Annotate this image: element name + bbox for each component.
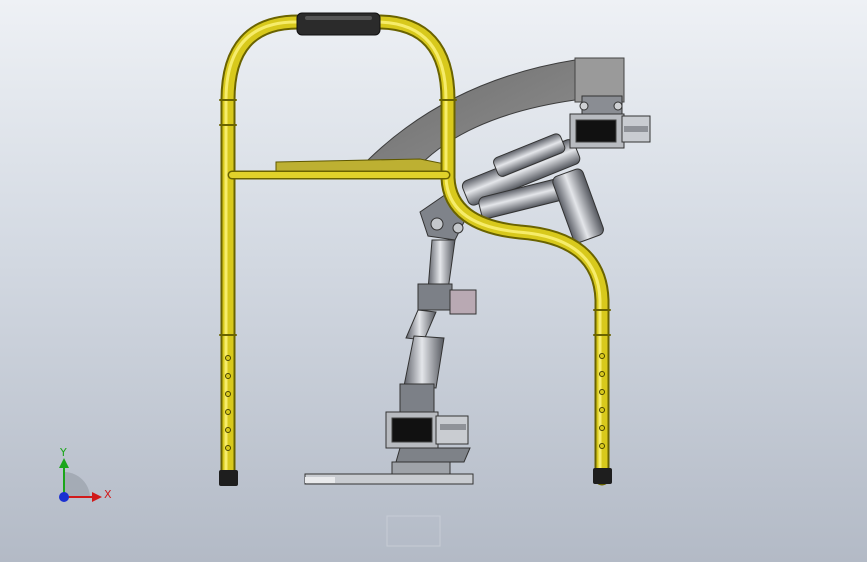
triad-y-arrow bbox=[59, 458, 69, 468]
shank-cuff bbox=[417, 283, 477, 315]
hip-clamp bbox=[569, 95, 651, 149]
back-arc-bracket bbox=[574, 57, 625, 103]
model-scene[interactable]: Y X bbox=[0, 0, 867, 562]
foot-cap-left bbox=[219, 470, 238, 486]
ground-reference bbox=[386, 515, 441, 547]
foot-cap-right bbox=[593, 468, 612, 484]
shank-lower-cylinder bbox=[403, 335, 445, 389]
shank-upper bbox=[427, 239, 456, 291]
ankle-clamp bbox=[385, 411, 469, 449]
triad-y-label: Y bbox=[59, 446, 67, 459]
axis-triad: Y X bbox=[59, 446, 112, 502]
ankle-link bbox=[399, 383, 435, 413]
triad-x-arrow bbox=[92, 492, 102, 502]
cad-viewport[interactable]: Y X bbox=[0, 0, 867, 562]
shank-lower-rod bbox=[405, 309, 437, 341]
triad-x-label: X bbox=[104, 488, 112, 501]
triad-z-axis bbox=[59, 492, 69, 502]
grip-highlight bbox=[305, 16, 372, 20]
foot-plate bbox=[304, 447, 474, 485]
